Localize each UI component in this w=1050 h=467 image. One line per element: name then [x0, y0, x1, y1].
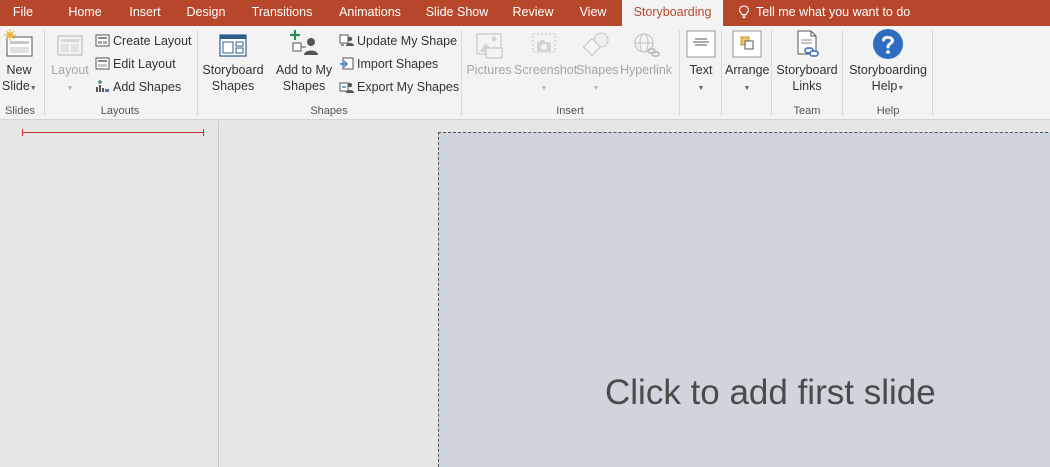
group-divider [771, 30, 772, 116]
update-my-shape-label: Update My Shape [357, 34, 458, 48]
create-layout-icon [95, 34, 110, 47]
arrange-button[interactable]: Arrange ▼ [725, 28, 769, 97]
new-slide-label-line2: Slide [2, 79, 30, 93]
edit-layout-label: Edit Layout [113, 57, 176, 71]
import-shapes-button[interactable]: Import Shapes [339, 54, 457, 74]
pictures-button[interactable]: Pictures [466, 28, 512, 78]
tab-animations[interactable]: Animations [336, 0, 404, 26]
export-my-shapes-label: Export My Shapes [357, 80, 460, 94]
screenshot-icon [532, 33, 556, 53]
group-label-layouts: Layouts [100, 105, 140, 117]
hyperlink-icon [634, 33, 660, 57]
new-slide-label-line1: New [6, 63, 32, 77]
import-shapes-label: Import Shapes [357, 57, 439, 71]
new-slide-icon [4, 29, 33, 57]
shapes-icon [582, 32, 609, 57]
group-divider [721, 30, 722, 116]
shapes-button[interactable]: Shapes ▼ [576, 28, 619, 97]
create-layout-button[interactable]: Create Layout [95, 31, 195, 51]
group-divider [842, 30, 843, 116]
slide-thumbnail-pane[interactable] [0, 121, 219, 467]
group-divider [932, 30, 933, 116]
group-divider [679, 30, 680, 116]
storyboarding-help-button[interactable]: Storyboarding Help▼ [847, 28, 929, 97]
slide-insertion-marker [22, 129, 204, 136]
pictures-icon [476, 33, 503, 59]
export-my-shapes-icon [339, 82, 354, 93]
chevron-down-icon: ▼ [697, 85, 705, 92]
group-divider [44, 30, 45, 116]
update-my-shape-button[interactable]: Update My Shape [339, 31, 457, 51]
add-shapes-icon [96, 80, 109, 92]
tab-transitions[interactable]: Transitions [248, 0, 316, 26]
arrange-icon [732, 30, 762, 58]
ribbon: New Slide▼ Slides Layout ▼ Create Layout… [0, 26, 1050, 120]
group-label-team: Team [793, 105, 821, 117]
slide-canvas[interactable]: Click to add first slide [438, 132, 1050, 467]
add-to-my-shapes-label-line1: Add to My [275, 63, 333, 77]
layout-button[interactable]: Layout ▼ [50, 28, 90, 97]
group-label-slides: Slides [5, 105, 35, 117]
add-to-my-shapes-button[interactable]: Add to My Shapes [272, 28, 336, 94]
storyboard-shapes-label-line1: Storyboard [202, 63, 264, 77]
arrange-label: Arrange [725, 63, 770, 77]
text-button[interactable]: Text ▼ [684, 28, 718, 97]
tab-view[interactable]: View [574, 0, 612, 26]
chevron-down-icon: ▼ [743, 85, 751, 92]
create-layout-label: Create Layout [113, 34, 192, 48]
add-first-slide-placeholder[interactable]: Click to add first slide [605, 373, 936, 413]
help-icon [873, 29, 903, 59]
chevron-down-icon: ▼ [540, 85, 548, 92]
tab-storyboarding[interactable]: Storyboarding [622, 0, 723, 26]
tab-home[interactable]: Home [62, 0, 108, 26]
add-to-my-shapes-icon [290, 30, 318, 55]
screenshot-label: Screenshot [514, 63, 578, 77]
chevron-down-icon: ▼ [592, 85, 600, 92]
storyboard-links-button[interactable]: Storyboard Links [776, 28, 838, 94]
shapes-label: Shapes [576, 63, 619, 77]
group-label-shapes: Shapes [310, 105, 348, 117]
tab-review[interactable]: Review [509, 0, 557, 26]
tab-insert[interactable]: Insert [124, 0, 166, 26]
edit-layout-icon [95, 57, 110, 70]
layout-label: Layout [51, 63, 89, 77]
storyboard-shapes-icon [219, 34, 247, 57]
add-to-my-shapes-label-line2: Shapes [282, 79, 326, 93]
storyboard-links-label-line1: Storyboard [776, 63, 838, 77]
lightbulb-icon [738, 5, 750, 19]
hyperlink-label: Hyperlink [619, 63, 673, 77]
add-shapes-label: Add Shapes [113, 80, 182, 94]
tab-design[interactable]: Design [183, 0, 229, 26]
text-label: Text [689, 63, 713, 77]
tab-slide-show[interactable]: Slide Show [424, 0, 490, 26]
storyboard-links-label-line2: Links [792, 79, 822, 93]
group-label-help: Help [876, 105, 900, 117]
chevron-down-icon: ▼ [29, 85, 37, 92]
pictures-label: Pictures [466, 63, 512, 77]
edit-layout-button[interactable]: Edit Layout [95, 54, 195, 74]
import-shapes-icon [340, 57, 354, 70]
storyboard-links-icon [797, 30, 819, 57]
text-icon [686, 30, 716, 58]
hyperlink-button[interactable]: Hyperlink [618, 28, 674, 78]
screenshot-button[interactable]: Screenshot ▼ [514, 28, 578, 97]
group-label-insert: Insert [556, 105, 584, 117]
add-shapes-button[interactable]: Add Shapes [95, 77, 195, 97]
chevron-down-icon: ▼ [897, 85, 905, 92]
chevron-down-icon: ▼ [66, 85, 74, 92]
new-slide-button[interactable]: New Slide▼ [2, 28, 37, 97]
storyboard-shapes-button[interactable]: Storyboard Shapes [202, 28, 264, 94]
ribbon-tab-bar: File Home Insert Design Transitions Anim… [0, 0, 1050, 26]
tell-me-text: Tell me what you want to do [756, 5, 911, 19]
storyboarding-help-label-line1: Storyboarding [849, 63, 927, 77]
export-my-shapes-button[interactable]: Export My Shapes [339, 77, 460, 97]
storyboarding-help-label-line2: Help [871, 79, 898, 93]
storyboard-shapes-label-line2: Shapes [211, 79, 255, 93]
group-divider [197, 30, 198, 116]
tell-me-search[interactable]: Tell me what you want to do [738, 0, 910, 26]
layout-icon [57, 35, 83, 56]
tab-file[interactable]: File [0, 0, 46, 26]
group-divider [461, 30, 462, 116]
update-my-shape-icon [339, 34, 354, 46]
